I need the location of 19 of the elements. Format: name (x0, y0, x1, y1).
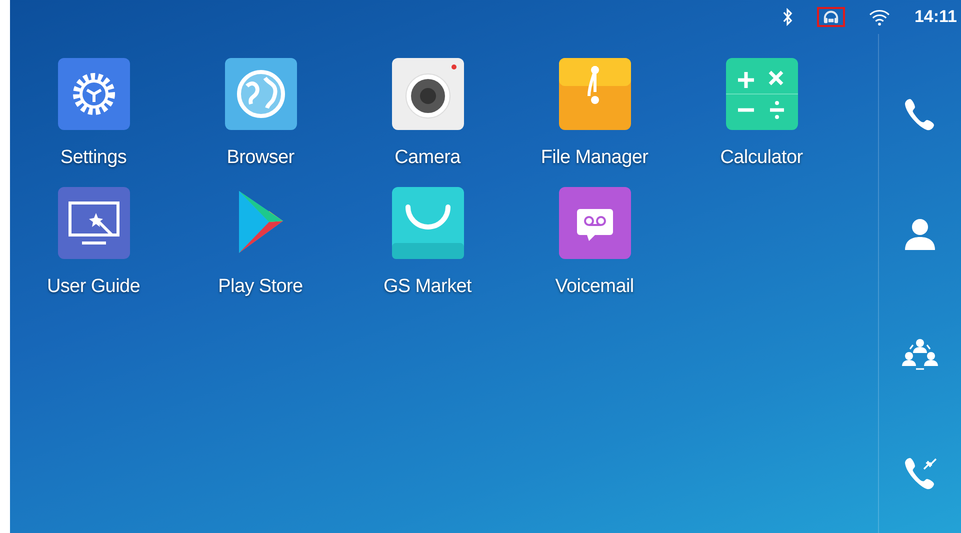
camera-icon[interactable] (392, 58, 464, 130)
app-label[interactable]: User Guide (46, 272, 140, 301)
app-label[interactable]: GS Market (383, 272, 472, 301)
status-time: 14:11 (914, 6, 957, 28)
folder-icon[interactable] (558, 58, 630, 130)
app-label[interactable]: Voicemail (555, 272, 634, 301)
app-label[interactable]: Calculator (720, 144, 803, 172)
app-label[interactable]: File Manager (540, 144, 648, 172)
app-label[interactable]: Camera (394, 144, 460, 172)
gear-icon[interactable] (58, 58, 130, 130)
app-label[interactable]: Browser (226, 144, 294, 172)
voicemail-icon[interactable] (558, 186, 630, 258)
smile-bag-icon[interactable] (392, 186, 464, 258)
monitor-icon[interactable] (58, 186, 130, 258)
headset-icon (822, 10, 840, 24)
phone-arrows-icon[interactable] (902, 455, 938, 492)
calculator-icon[interactable] (726, 58, 798, 130)
app-label[interactable]: Settings (60, 144, 127, 172)
app-label[interactable]: Play Store (218, 272, 303, 301)
